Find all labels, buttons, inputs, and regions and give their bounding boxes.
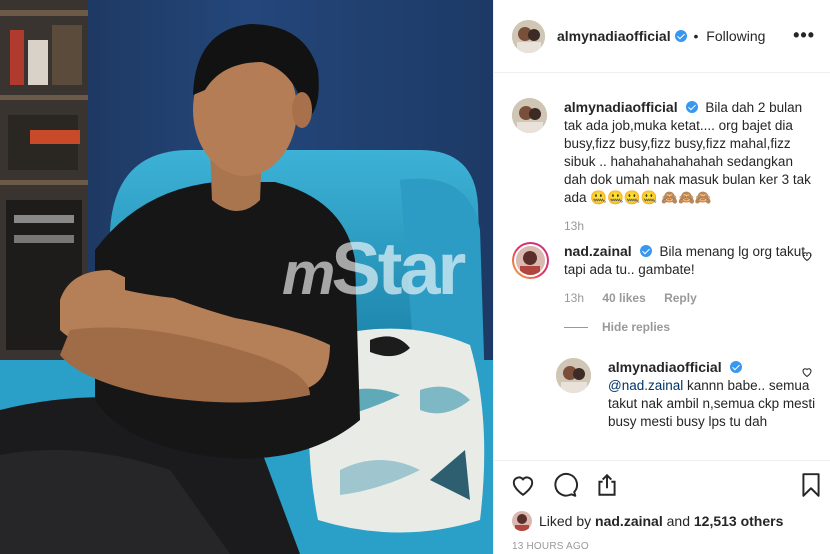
- comment-likes[interactable]: 40 likes: [602, 291, 645, 305]
- caption-meta: 13h: [564, 219, 817, 233]
- liked-by-and: and: [666, 513, 690, 529]
- comment-text: nad.zainal Bila menang lg org takut.. ta…: [564, 242, 817, 279]
- reply-mention[interactable]: @nad.zainal: [608, 378, 683, 393]
- hide-replies-button[interactable]: Hide replies: [564, 320, 670, 334]
- separator-dot: •: [693, 28, 699, 44]
- caption-text: almynadiaofficial Bila dah 2 bulan tak a…: [564, 98, 817, 207]
- reply-item: almynadiaofficial @nad.zainal kannn babe…: [556, 358, 817, 431]
- verified-badge-icon: [729, 361, 742, 373]
- comment-time[interactable]: 13h: [564, 291, 584, 305]
- like-reply-heart-icon[interactable]: [801, 366, 813, 378]
- post-header: almynadiaofficial • Following •••: [494, 0, 830, 73]
- reply-button[interactable]: Reply: [664, 291, 697, 305]
- like-heart-icon[interactable]: [510, 472, 536, 498]
- story-ring[interactable]: [512, 242, 549, 279]
- likes-count[interactable]: 12,513 others: [694, 513, 784, 529]
- verified-badge-icon: [685, 101, 698, 113]
- reply-username[interactable]: almynadiaofficial: [608, 359, 722, 375]
- post-sidebar: almynadiaofficial • Following ••• almyna…: [493, 0, 830, 554]
- hide-replies-line: [564, 327, 588, 329]
- comments-list[interactable]: almynadiaofficial Bila dah 2 bulan tak a…: [494, 74, 830, 460]
- caption-time[interactable]: 13h: [564, 219, 584, 233]
- reply-text: almynadiaofficial @nad.zainal kannn babe…: [608, 358, 817, 431]
- liked-by-summary: Liked by nad.zainal and 12,513 others: [512, 511, 783, 531]
- post-photo[interactable]: mStar: [0, 0, 493, 554]
- author-avatar[interactable]: [512, 19, 545, 53]
- caption-author-avatar[interactable]: [512, 98, 547, 133]
- author-info: almynadiaofficial • Following: [557, 28, 765, 44]
- liked-by-user[interactable]: nad.zainal: [595, 513, 663, 529]
- post-actions: Liked by nad.zainal and 12,513 others 13…: [494, 460, 830, 554]
- save-bookmark-icon[interactable]: [800, 472, 822, 498]
- like-comment-heart-icon[interactable]: [801, 250, 813, 262]
- comment-item: nad.zainal Bila menang lg org takut.. ta…: [512, 242, 817, 305]
- comment-bubble-icon[interactable]: [552, 472, 578, 498]
- share-icon[interactable]: [594, 472, 620, 498]
- comment-meta: 13h 40 likes Reply: [564, 291, 817, 305]
- liked-by-prefix: Liked by: [539, 513, 592, 529]
- verified-badge-icon: [674, 30, 687, 42]
- caption-message: Bila dah 2 bulan tak ada job,muka ketat.…: [564, 100, 811, 205]
- hide-replies-label: Hide replies: [602, 320, 671, 334]
- reply-author-avatar[interactable]: [556, 358, 591, 393]
- caption-comment: almynadiaofficial Bila dah 2 bulan tak a…: [512, 98, 817, 233]
- caption-username[interactable]: almynadiaofficial: [564, 99, 678, 115]
- author-username[interactable]: almynadiaofficial: [557, 28, 671, 44]
- more-options-icon[interactable]: •••: [793, 26, 815, 44]
- commenter-avatar: [516, 246, 545, 275]
- following-button[interactable]: Following: [706, 28, 765, 44]
- comment-username[interactable]: nad.zainal: [564, 243, 632, 259]
- post-timestamp[interactable]: 13 HOURS AGO: [512, 541, 589, 552]
- liker-avatar[interactable]: [512, 511, 532, 531]
- verified-badge-icon: [639, 245, 652, 257]
- mstar-watermark: mStar: [282, 227, 466, 310]
